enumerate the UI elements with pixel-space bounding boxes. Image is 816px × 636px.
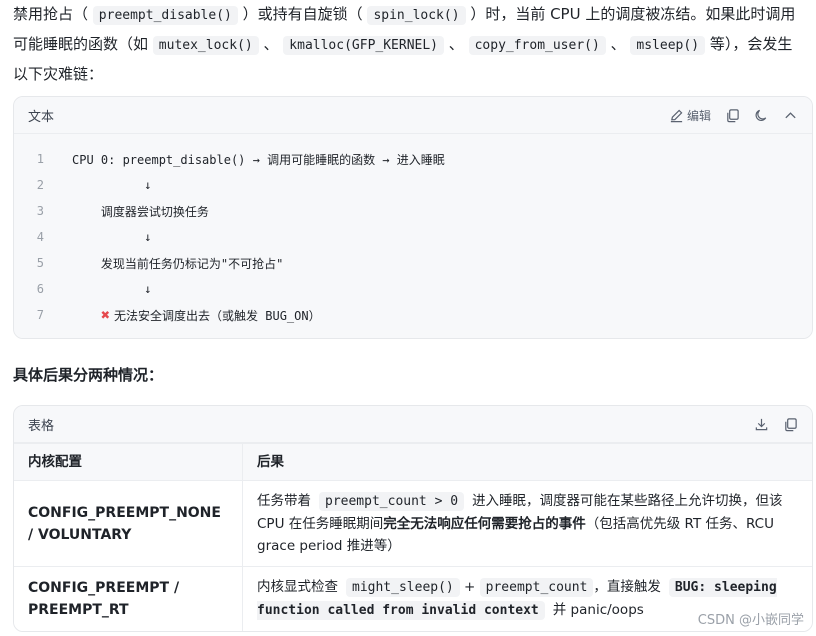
consequence-table: 内核配置 后果 CONFIG_PREEMPT_NONE / VOLUNTARY … [14, 443, 812, 631]
code-line: 6 ↓ [14, 276, 812, 302]
cell-text: 内核显式检查 [257, 579, 338, 595]
inline-code: spin_lock() [367, 6, 466, 25]
code-text: 发现当前任务仍标记为"不可抢占" [72, 256, 284, 271]
code-line: 7 ✖ 无法安全调度出去（或触发 BUG_ON） [14, 302, 812, 328]
copy-icon [785, 417, 797, 431]
code-text: 调度器尝试切换任务 [72, 204, 209, 219]
intro-paragraph: 禁用抢占（ preempt_disable() ）或持有自旋锁（ spin_lo… [13, 0, 805, 88]
cross-mark-icon: ✖ [101, 306, 111, 324]
line-number: 5 [36, 256, 44, 270]
line-number: 3 [36, 204, 44, 218]
line-number: 4 [36, 230, 44, 244]
edit-icon [670, 109, 683, 122]
download-button[interactable] [754, 417, 769, 432]
copy-button[interactable] [725, 108, 740, 123]
code-body: 1 CPU 0: preempt_disable() → 调用可能睡眠的函数 → … [14, 134, 812, 338]
code-line: 1 CPU 0: preempt_disable() → 调用可能睡眠的函数 → … [14, 146, 812, 172]
code-line: 4 ↓ [14, 224, 812, 250]
intro-text: 、 [448, 35, 464, 53]
edit-button[interactable]: 编辑 [669, 107, 711, 124]
intro-text: 禁用抢占（ [13, 5, 89, 23]
cell-bold-text: 完全无法响应任何需要抢占的事件 [383, 516, 586, 532]
table-row: CONFIG_PREEMPT_NONE / VOLUNTARY 任务带着 pree… [14, 480, 812, 567]
cell-text: 任务带着 [257, 493, 311, 509]
code-text: CPU 0: preempt_disable() → 调用可能睡眠的函数 → 进… [72, 152, 445, 167]
code-text-content: 无法安全调度出去（或触发 BUG_ON） [114, 309, 321, 323]
intro-text: ）或持有自旋锁（ [242, 5, 363, 23]
code-line: 2 ↓ [14, 172, 812, 198]
column-header-result: 后果 [242, 443, 812, 481]
table-block-header: 表格 [14, 406, 812, 443]
inline-code: preempt_disable() [92, 6, 238, 25]
intro-text: 、 [610, 35, 626, 53]
inline-code: preempt_count [479, 578, 594, 597]
cell-text: 并 panic/oops [552, 602, 644, 618]
table-toolbar [754, 417, 798, 432]
edit-label: 编辑 [686, 108, 711, 123]
cell-text: + [464, 579, 476, 595]
code-block-title: 文本 [28, 109, 55, 125]
inline-code: might_sleep() [346, 578, 460, 597]
cell-text: ，直接触发 [593, 579, 661, 595]
code-line: 3 调度器尝试切换任务 [14, 198, 812, 224]
code-text: ↓ [72, 178, 152, 192]
table-block: 表格 内核配置 后果 CONFIG_PREEMPT_NONE / VOLUNTA… [13, 405, 813, 632]
table-row: CONFIG_PREEMPT / PREEMPT_RT 内核显式检查 might_… [14, 566, 812, 631]
section-heading: 具体后果分两种情况： [13, 366, 164, 384]
line-number: 1 [36, 152, 44, 166]
result-cell: 任务带着 preempt_count > 0 进入睡眠，调度器可能在某些路径上允许切… [242, 480, 812, 567]
moon-icon [755, 109, 767, 121]
copy-table-button[interactable] [783, 417, 798, 432]
config-cell: CONFIG_PREEMPT_NONE / VOLUNTARY [14, 480, 243, 567]
collapse-button[interactable] [783, 108, 798, 123]
table-block-title: 表格 [28, 418, 55, 434]
line-number: 2 [36, 178, 44, 192]
code-text: ↓ [72, 230, 152, 244]
inline-code: kmalloc(GFP_KERNEL) [283, 36, 445, 55]
inline-code: mutex_lock() [152, 36, 259, 55]
code-block: 文本 编辑 1 CPU 0: preempt_disable() → 调用可能睡眠… [13, 96, 813, 339]
table-header-row: 内核配置 后果 [14, 443, 812, 481]
code-block-header: 文本 编辑 [14, 97, 812, 134]
inline-code: msleep() [630, 36, 706, 55]
intro-text: 、 [263, 35, 279, 53]
code-text: ↓ [72, 282, 152, 296]
column-header-config: 内核配置 [14, 443, 243, 481]
code-line: 5 发现当前任务仍标记为"不可抢占" [14, 250, 812, 276]
inline-code: copy_from_user() [468, 36, 606, 55]
line-number: 7 [36, 308, 44, 322]
copy-icon [727, 108, 739, 122]
theme-toggle-button[interactable] [754, 108, 769, 123]
code-text: ✖ 无法安全调度出去（或触发 BUG_ON） [72, 306, 321, 324]
code-block-toolbar: 编辑 [669, 107, 798, 124]
chevron-up-icon [785, 111, 796, 118]
watermark: CSDN @小嵌同学 [697, 613, 804, 628]
line-number: 6 [36, 282, 44, 296]
inline-code: preempt_count > 0 [319, 492, 465, 511]
download-icon [755, 418, 768, 430]
config-cell: CONFIG_PREEMPT / PREEMPT_RT [14, 566, 243, 631]
